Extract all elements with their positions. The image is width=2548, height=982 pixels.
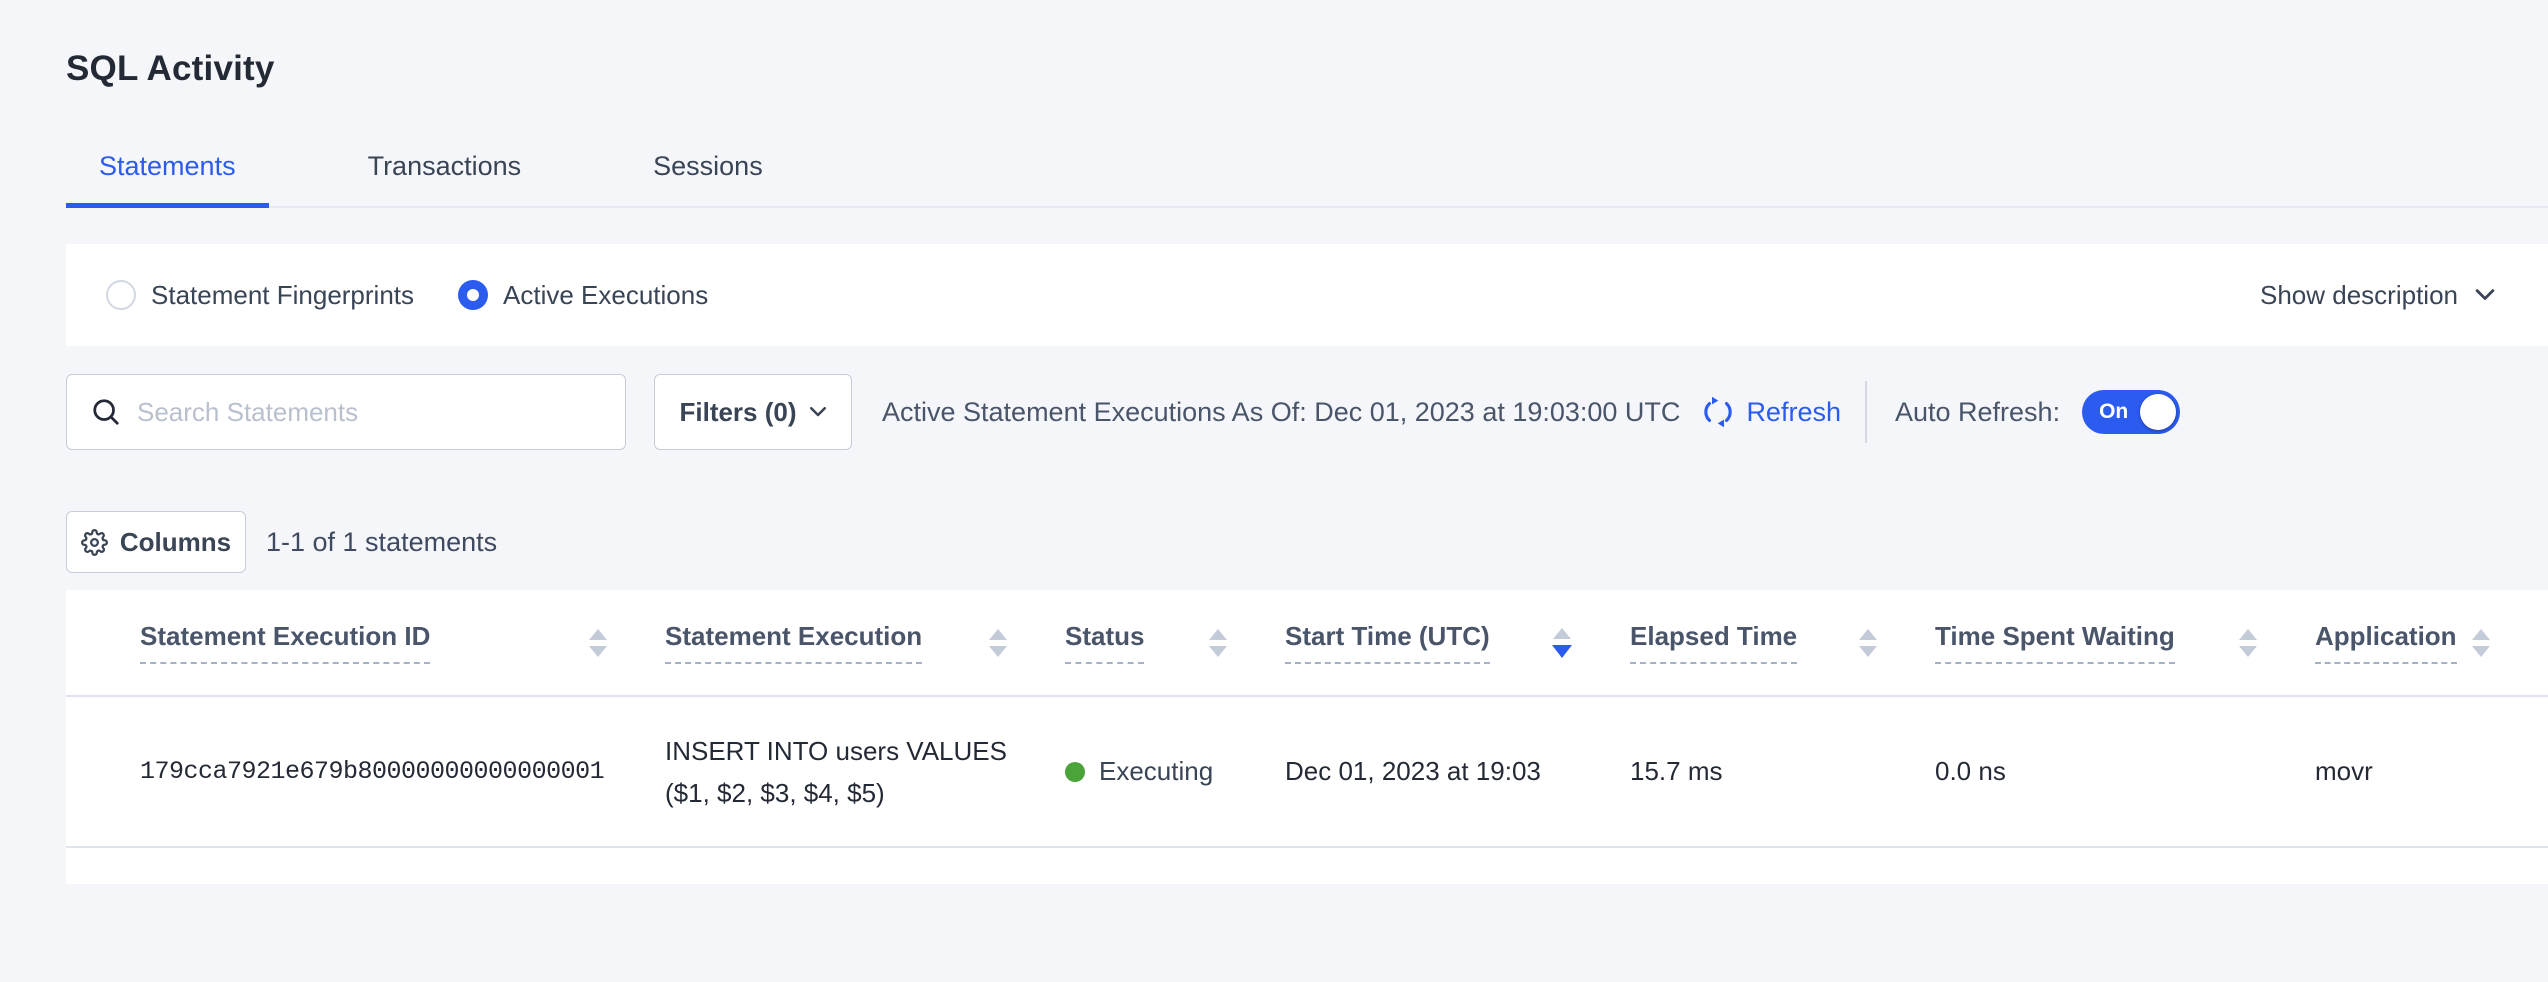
page-title: SQL Activity [66,0,2548,89]
gear-icon [81,529,108,556]
sort-icon[interactable] [589,629,607,657]
cell-application: movr [2315,756,2548,787]
chevron-down-icon [809,406,827,418]
column-header-application[interactable]: Application [2315,621,2548,664]
cell-start-time: Dec 01, 2023 at 19:03 [1285,756,1630,787]
radio-label: Active Executions [503,280,708,311]
sort-icon[interactable] [1859,629,1877,657]
column-header-time-spent-waiting[interactable]: Time Spent Waiting [1935,621,2315,664]
column-header-statement-execution[interactable]: Statement Execution [665,621,1065,664]
toggle-knob[interactable] [2140,394,2176,430]
filters-button[interactable]: Filters (0) [654,374,852,450]
chevron-down-icon [2474,288,2496,302]
sort-icon[interactable] [989,629,1007,657]
statements-table-card: Statement Execution ID Statement Executi… [66,590,2548,884]
table-header-row: Statement Execution ID Statement Executi… [66,590,2548,697]
cell-status: Executing [1065,756,1285,787]
sort-icon[interactable] [1209,629,1227,657]
column-header-start-time[interactable]: Start Time (UTC) [1285,621,1630,664]
search-input[interactable] [137,397,625,428]
status-label: Executing [1099,756,1213,787]
show-description-label: Show description [2260,280,2458,311]
radio-unselected-icon[interactable] [106,280,136,310]
cell-statement-link[interactable]: INSERT INTO users VALUES ($1, $2, $3, $4… [665,730,1065,814]
tab-statements[interactable]: Statements [66,151,269,208]
cell-time-spent-waiting: 0.0 ns [1935,756,2315,787]
sql-activity-page: SQL Activity Statements Transactions Ses… [0,0,2548,884]
sort-icon[interactable] [2472,629,2490,657]
refresh-label: Refresh [1746,397,1841,428]
sort-icon-desc-active[interactable] [1552,628,1572,658]
columns-button[interactable]: Columns [66,511,246,573]
search-box[interactable] [66,374,626,450]
as-of-timestamp: Active Statement Executions As Of: Dec 0… [882,397,1680,428]
cell-elapsed-time: 15.7 ms [1630,756,1935,787]
toggle-state-label: On [2099,400,2128,424]
filters-label: Filters (0) [679,397,796,428]
column-header-statement-execution-id[interactable]: Statement Execution ID [140,621,665,664]
result-count: 1-1 of 1 statements [266,527,497,558]
statement-line: ($1, $2, $3, $4, $5) [665,772,1065,814]
tab-bar: Statements Transactions Sessions [66,151,2548,208]
table-toolbar: Columns 1-1 of 1 statements [66,511,2548,573]
cell-execution-id: 179cca7921e679b80000000000000001 [140,757,665,786]
search-icon [91,397,121,427]
auto-refresh-label: Auto Refresh: [1895,397,2060,428]
radio-label: Statement Fingerprints [151,280,414,311]
radio-selected-icon[interactable] [458,280,488,310]
radio-statement-fingerprints[interactable]: Statement Fingerprints [106,280,414,311]
sort-icon[interactable] [2239,629,2257,657]
refresh-icon [1700,394,1736,430]
column-header-elapsed-time[interactable]: Elapsed Time [1630,621,1935,664]
refresh-button[interactable]: Refresh [1700,394,1841,430]
tab-sessions[interactable]: Sessions [620,151,796,206]
view-mode-card: Statement Fingerprints Active Executions… [66,244,2548,346]
show-description-toggle[interactable]: Show description [2260,280,2496,311]
radio-active-executions[interactable]: Active Executions [458,280,708,311]
auto-refresh-toggle[interactable]: On [2082,390,2180,434]
tab-transactions[interactable]: Transactions [335,151,555,206]
columns-button-label: Columns [120,527,231,558]
controls-row: Filters (0) Active Statement Executions … [66,374,2548,450]
statement-line: INSERT INTO users VALUES [665,730,1065,772]
table-row: 179cca7921e679b80000000000000001 INSERT … [66,697,2548,848]
status-dot-icon [1065,762,1085,782]
column-header-status[interactable]: Status [1065,621,1285,664]
vertical-divider [1865,381,1867,443]
